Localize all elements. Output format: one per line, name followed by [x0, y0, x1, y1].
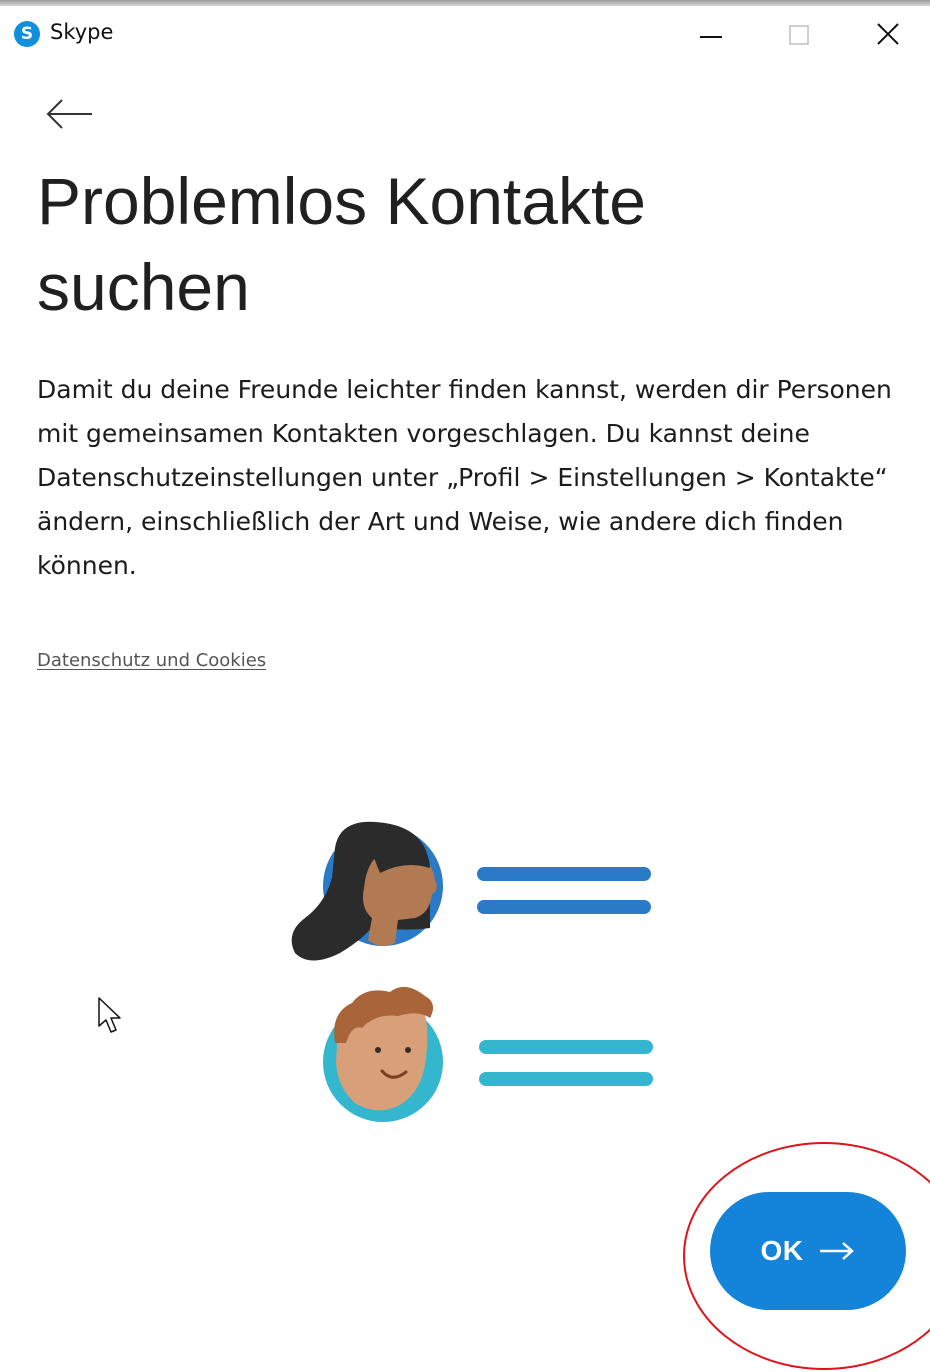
window-title: Skype	[50, 20, 114, 44]
contact-lines-2	[479, 1040, 653, 1086]
skype-logo-icon: S	[14, 21, 40, 47]
close-button[interactable]	[857, 12, 917, 56]
ok-button-label: OK	[760, 1235, 804, 1266]
woman-avatar-icon	[291, 821, 443, 961]
page-title-line2: suchen	[37, 250, 250, 324]
page-title-line1: Problemlos Kontakte	[37, 164, 646, 238]
mouse-pointer-icon	[98, 997, 121, 1033]
close-icon	[877, 23, 899, 45]
minimize-button[interactable]	[681, 12, 741, 56]
back-button[interactable]	[44, 94, 96, 134]
contact-lines-1	[477, 867, 651, 914]
maximize-button[interactable]	[769, 12, 829, 56]
arrow-right-icon	[819, 1242, 854, 1260]
page-title: Problemlos Kontakte suchen	[37, 158, 897, 330]
man-avatar-icon	[323, 986, 443, 1122]
title-bar: S Skype	[0, 6, 930, 60]
minimize-icon	[700, 36, 722, 38]
ok-button[interactable]: OK	[710, 1192, 906, 1310]
back-arrow-icon	[46, 99, 92, 129]
privacy-cookies-link[interactable]: Datenschutz und Cookies	[37, 650, 266, 671]
maximize-icon	[789, 25, 809, 45]
description-text: Damit du deine Freunde leichter finden k…	[37, 375, 892, 580]
contacts-illustration	[291, 821, 653, 1122]
